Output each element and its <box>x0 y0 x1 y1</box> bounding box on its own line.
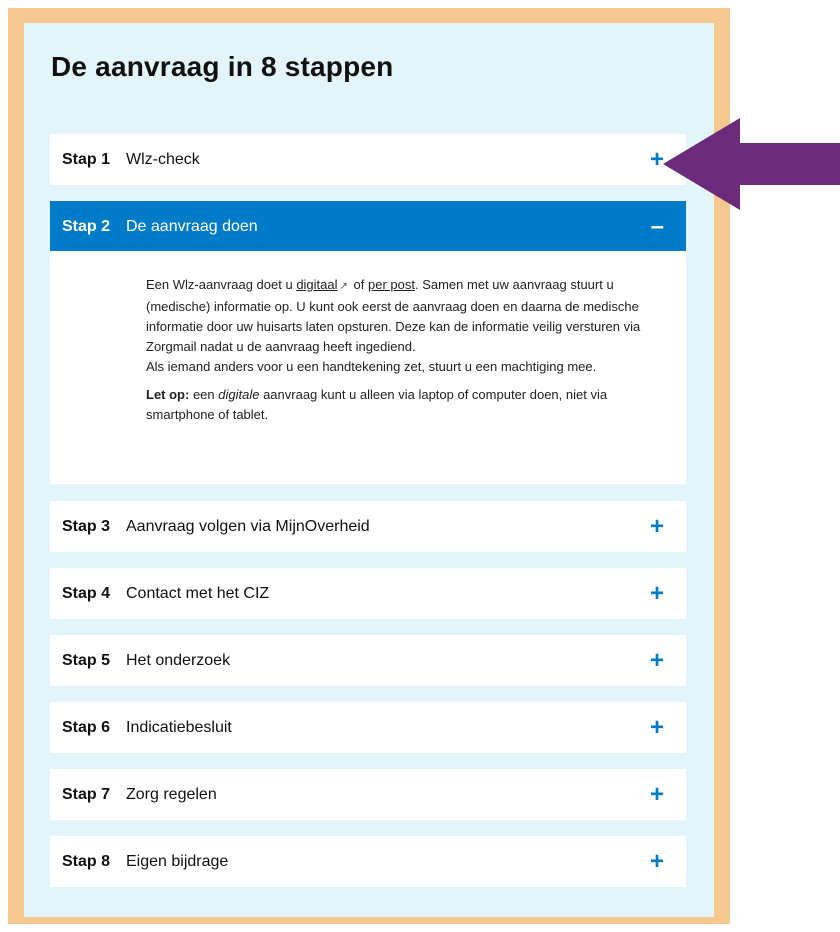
text-segment: een <box>189 387 219 402</box>
step-label: Wlz-check <box>126 150 200 168</box>
step-number: Stap 8 <box>62 852 111 870</box>
step-number: Stap 7 <box>62 785 111 803</box>
accordion-step-5[interactable]: Stap 5 Het onderzoek + <box>50 635 686 686</box>
step-number: Stap 5 <box>62 651 111 669</box>
step-label: Eigen bijdrage <box>126 852 229 870</box>
step-label: Aanvraag volgen via MijnOverheid <box>126 517 370 535</box>
accordion-step-8[interactable]: Stap 8 Eigen bijdrage + <box>50 836 686 887</box>
arrow-pointer-icon <box>663 118 840 210</box>
plus-icon[interactable]: + <box>650 581 664 606</box>
steps-panel: De aanvraag in 8 stappen Stap 1 Wlz-chec… <box>24 23 714 917</box>
plus-icon[interactable]: + <box>650 849 664 874</box>
step-number: Stap 4 <box>62 584 111 602</box>
step-number: Stap 1 <box>62 150 111 168</box>
step-label: Zorg regelen <box>126 785 217 803</box>
accordion-step-7[interactable]: Stap 7 Zorg regelen + <box>50 769 686 820</box>
note-label: Let op: <box>146 387 190 402</box>
plus-icon[interactable]: + <box>650 514 664 539</box>
step-number: Stap 6 <box>62 718 111 736</box>
step-2-text: Een Wlz-aanvraag doet u digitaal ↗ of per… <box>146 275 646 377</box>
external-link-icon: ↗ <box>339 281 348 292</box>
plus-icon[interactable]: + <box>650 715 664 740</box>
step-label: Indicatiebesluit <box>126 718 232 736</box>
step-number: Stap 3 <box>62 517 111 535</box>
step-2-note: Let op: een digitale aanvraag kunt u all… <box>146 385 646 425</box>
accordion-step-4[interactable]: Stap 4 Contact met het CIZ + <box>50 568 686 619</box>
plus-icon[interactable]: + <box>650 147 664 172</box>
text-emphasis: digitale <box>218 387 260 402</box>
step-label: De aanvraag doen <box>126 217 258 235</box>
text-segment: of <box>349 277 368 292</box>
page-title: De aanvraag in 8 stappen <box>51 51 394 82</box>
arrow-shape <box>663 118 840 210</box>
step-label: Het onderzoek <box>126 651 231 669</box>
accordion-step-1[interactable]: Stap 1 Wlz-check + <box>50 134 686 185</box>
accordion-step-2[interactable]: Stap 2 De aanvraag doen – <box>50 201 686 252</box>
link-per-post[interactable]: per post <box>368 277 415 292</box>
accordion-step-6[interactable]: Stap 6 Indicatiebesluit + <box>50 702 686 753</box>
step-number: Stap 2 <box>62 217 111 235</box>
link-digitaal[interactable]: digitaal <box>296 277 337 292</box>
accordion-step-2-content: Een Wlz-aanvraag doet u digitaal ↗ of per… <box>50 251 686 484</box>
text-segment: Als iemand anders voor u een handtekenin… <box>146 359 597 374</box>
step-label: Contact met het CIZ <box>126 584 270 602</box>
plus-icon[interactable]: + <box>650 648 664 673</box>
accordion-step-3[interactable]: Stap 3 Aanvraag volgen via MijnOverheid … <box>50 501 686 552</box>
text-segment: Een Wlz-aanvraag doet u <box>146 277 297 292</box>
plus-icon[interactable]: + <box>650 782 664 807</box>
minus-icon[interactable]: – <box>651 214 664 239</box>
